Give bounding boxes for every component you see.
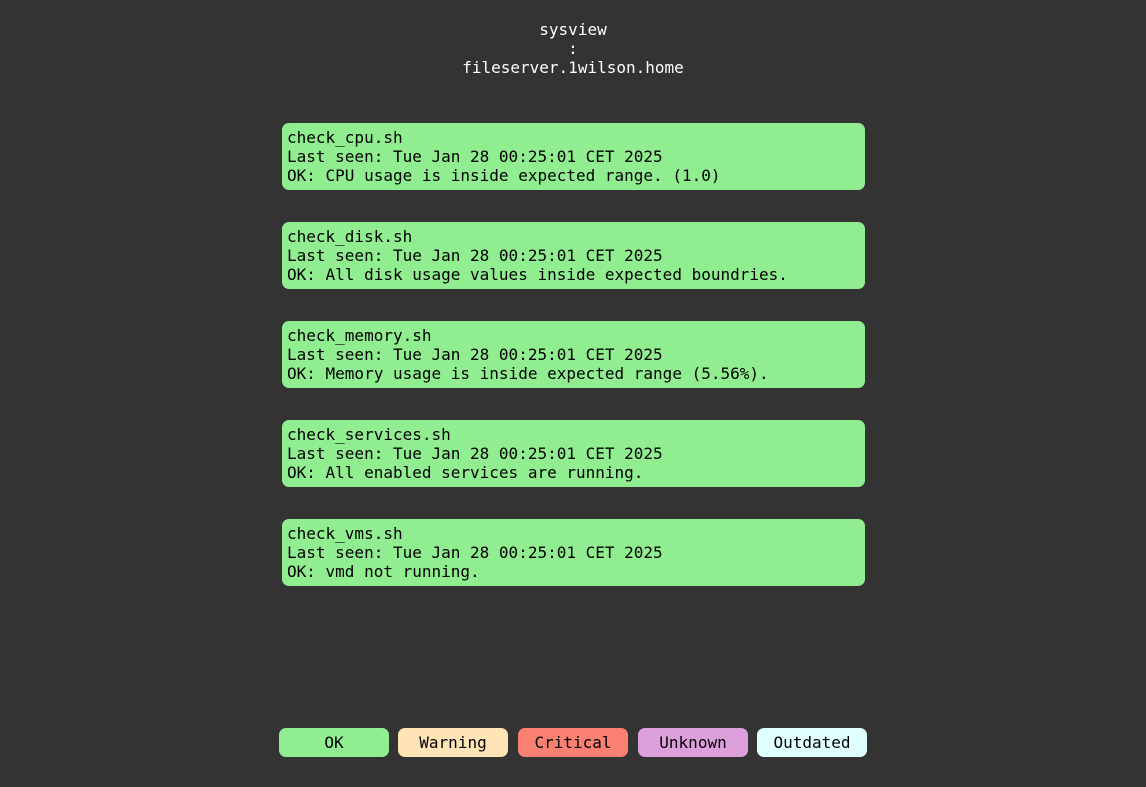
check-card-vms: check_vms.sh Last seen: Tue Jan 28 00:25…: [282, 519, 865, 586]
check-name: check_cpu.sh: [287, 128, 403, 147]
check-last-seen: Last seen: Tue Jan 28 00:25:01 CET 2025: [287, 246, 663, 265]
page-header: sysview : fileserver.1wilson.home: [0, 20, 1146, 77]
check-list: check_cpu.sh Last seen: Tue Jan 28 00:25…: [282, 123, 865, 618]
check-name: check_services.sh: [287, 425, 451, 444]
legend-ok: OK: [279, 728, 389, 757]
check-last-seen: Last seen: Tue Jan 28 00:25:01 CET 2025: [287, 147, 663, 166]
check-card-memory: check_memory.sh Last seen: Tue Jan 28 00…: [282, 321, 865, 388]
host-name: fileserver.1wilson.home: [462, 58, 684, 77]
check-name: check_memory.sh: [287, 326, 432, 345]
check-message: OK: CPU usage is inside expected range. …: [287, 166, 721, 185]
legend-warning: Warning: [398, 728, 508, 757]
check-card-services: check_services.sh Last seen: Tue Jan 28 …: [282, 420, 865, 487]
check-card-disk: check_disk.sh Last seen: Tue Jan 28 00:2…: [282, 222, 865, 289]
legend-outdated: Outdated: [757, 728, 867, 757]
check-message: OK: Memory usage is inside expected rang…: [287, 364, 769, 383]
check-last-seen: Last seen: Tue Jan 28 00:25:01 CET 2025: [287, 543, 663, 562]
app-title: sysview: [539, 20, 607, 39]
header-separator: :: [568, 39, 578, 58]
check-message: OK: All enabled services are running.: [287, 463, 644, 482]
status-legend: OK Warning Critical Unknown Outdated: [279, 728, 867, 757]
check-last-seen: Last seen: Tue Jan 28 00:25:01 CET 2025: [287, 345, 663, 364]
check-name: check_vms.sh: [287, 524, 403, 543]
check-card-cpu: check_cpu.sh Last seen: Tue Jan 28 00:25…: [282, 123, 865, 190]
check-last-seen: Last seen: Tue Jan 28 00:25:01 CET 2025: [287, 444, 663, 463]
check-name: check_disk.sh: [287, 227, 413, 246]
legend-critical: Critical: [518, 728, 628, 757]
check-message: OK: vmd not running.: [287, 562, 480, 581]
check-message: OK: All disk usage values inside expecte…: [287, 265, 788, 284]
legend-unknown: Unknown: [638, 728, 748, 757]
